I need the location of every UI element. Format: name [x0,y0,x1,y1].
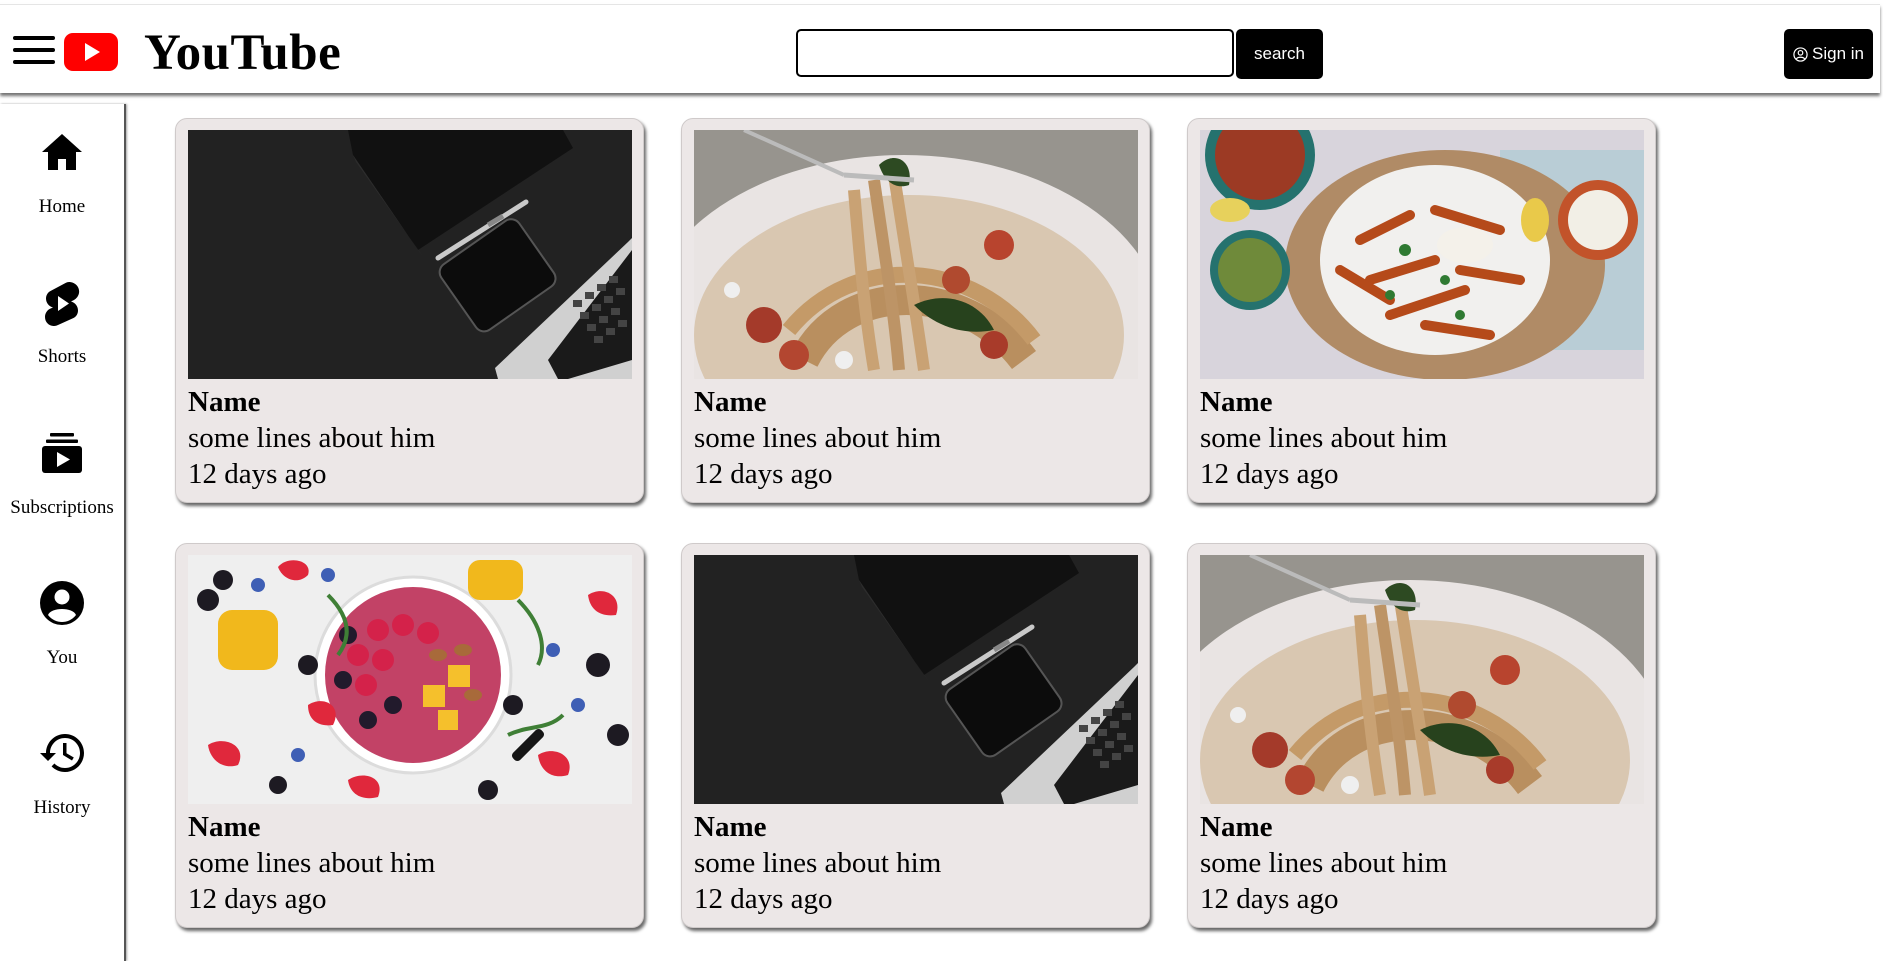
sidebar-item-history[interactable]: History [0,715,124,835]
youtube-logo-icon[interactable] [64,33,118,71]
video-card[interactable]: Name some lines about him 12 days ago [681,118,1150,503]
video-card[interactable]: Name some lines about him 12 days ago [1187,118,1656,503]
video-title[interactable]: Name [694,810,766,844]
video-title[interactable]: Name [1200,810,1272,844]
video-description: some lines about him [1200,422,1448,454]
user-circle-icon [1793,46,1808,62]
video-card[interactable]: Name some lines about him 12 days ago [175,118,644,503]
sign-in-button[interactable]: Sign in [1784,29,1873,79]
video-card[interactable]: Name some lines about him 12 days ago [175,543,644,928]
video-timestamp: 12 days ago [694,458,833,490]
video-description: some lines about him [694,847,942,879]
video-timestamp: 12 days ago [188,458,327,490]
sidebar: Home Shorts Subscriptions You History [0,104,126,961]
video-timestamp: 12 days ago [1200,883,1339,915]
menu-icon[interactable] [12,34,56,66]
account-icon [40,581,84,625]
video-thumbnail[interactable] [1200,130,1644,379]
sidebar-item-home[interactable]: Home [0,114,124,234]
search-button[interactable]: search [1236,29,1323,79]
home-icon [42,134,82,170]
sidebar-item-label: Subscriptions [10,497,114,518]
sidebar-item-you[interactable]: You [0,565,124,685]
top-header: YouTube search Sign in [0,4,1880,93]
shorts-icon [45,282,80,326]
logo-text[interactable]: YouTube [144,23,341,83]
video-title[interactable]: Name [188,810,260,844]
sign-in-label: Sign in [1812,44,1864,63]
video-description: some lines about him [188,422,436,454]
video-thumbnail[interactable] [694,555,1138,804]
video-description: some lines about him [1200,847,1448,879]
sidebar-item-label: History [33,797,91,818]
sidebar-item-label: You [46,647,78,668]
video-timestamp: 12 days ago [1200,458,1339,490]
video-thumbnail[interactable] [188,130,632,379]
video-title[interactable]: Name [188,385,260,419]
video-description: some lines about him [188,847,436,879]
video-card[interactable]: Name some lines about him 12 days ago [1187,543,1656,928]
video-title[interactable]: Name [694,385,766,419]
video-timestamp: 12 days ago [694,883,833,915]
search-input[interactable] [796,29,1234,77]
video-thumbnail[interactable] [694,130,1138,379]
sidebar-item-shorts[interactable]: Shorts [0,264,124,384]
sidebar-item-subscriptions[interactable]: Subscriptions [0,415,124,535]
page: YouTube search Sign in Home Shorts Subsc… [0,0,1883,961]
video-description: some lines about him [694,422,942,454]
video-thumbnail[interactable] [1200,555,1644,804]
sidebar-item-label: Shorts [37,346,87,367]
video-title[interactable]: Name [1200,385,1272,419]
history-icon [40,734,84,772]
video-thumbnail[interactable] [188,555,632,804]
video-card[interactable]: Name some lines about him 12 days ago [681,543,1150,928]
video-timestamp: 12 days ago [188,883,327,915]
subscriptions-icon [42,433,82,473]
sidebar-item-label: Home [38,196,86,217]
